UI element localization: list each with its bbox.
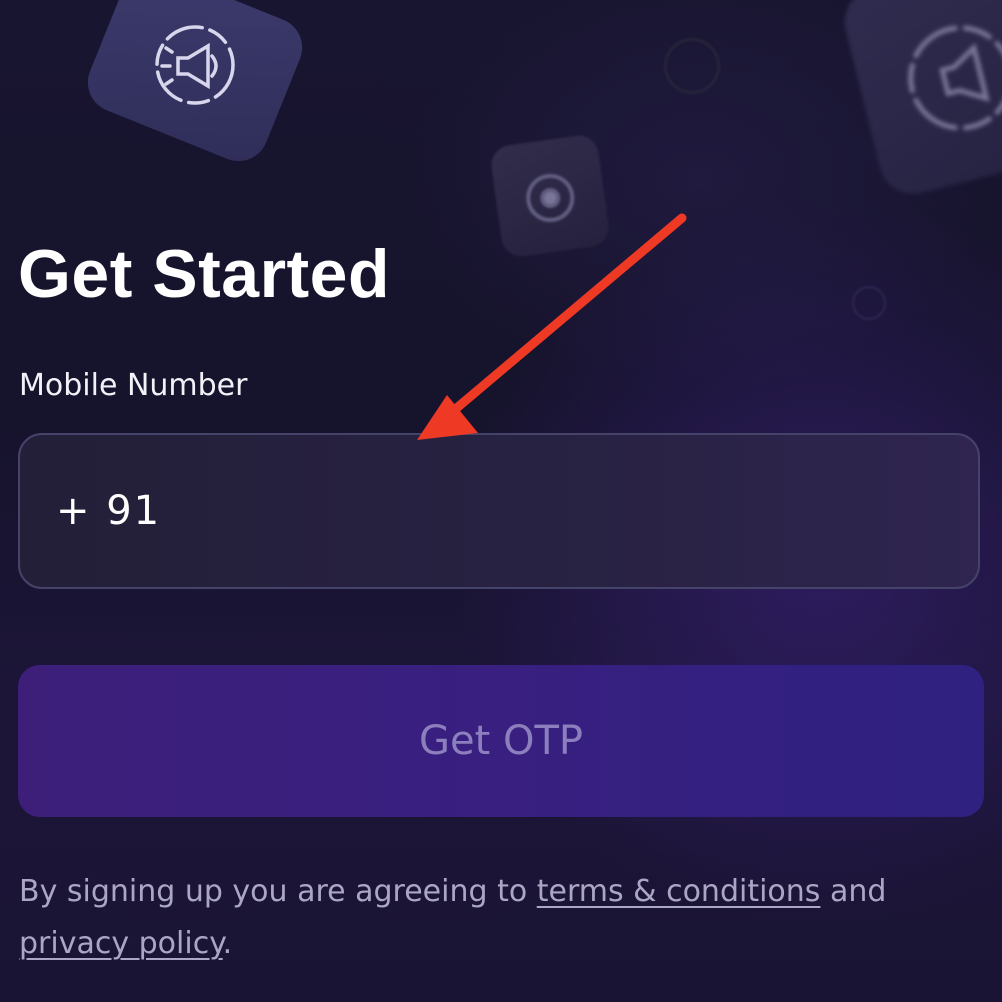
privacy-policy-link[interactable]: privacy policy [19,926,223,961]
mobile-number-label: Mobile Number [19,368,248,403]
mobile-number-field[interactable]: + 91 [18,433,980,589]
agreement-text: By signing up you are agreeing to terms … [19,866,994,970]
country-code: + 91 [56,488,162,534]
get-otp-button[interactable]: Get OTP [18,665,984,817]
camera-icon [526,173,575,222]
terms-conditions-link[interactable]: terms & conditions [537,874,821,909]
agreement-prefix: By signing up you are agreeing to [19,874,537,909]
decorative-ring [852,286,886,320]
decorative-ring [664,38,720,94]
agreement-suffix: . [222,926,233,961]
decorative-tile [488,133,612,259]
mobile-number-input[interactable] [177,434,978,588]
page-title: Get Started [18,236,391,312]
agreement-joiner: and [820,874,887,909]
